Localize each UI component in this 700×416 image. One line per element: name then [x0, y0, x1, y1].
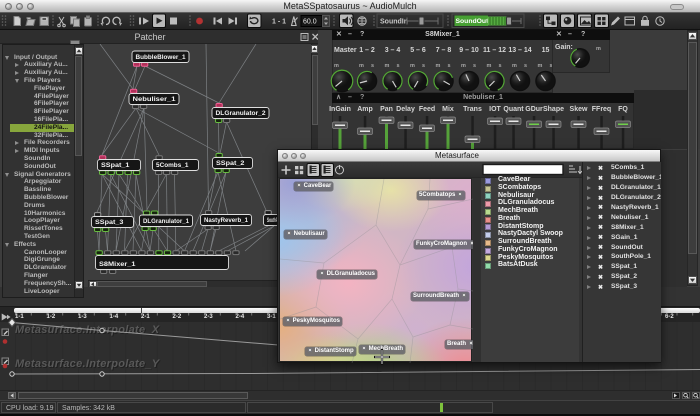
svg-text:SSpat_2: SSpat_2	[216, 160, 245, 167]
svg-text:SSpat_1: SSpat_1	[101, 162, 130, 169]
svg-text:NastyReverb_1: NastyReverb_1	[204, 217, 248, 224]
svg-text:60.0: 60.0	[303, 19, 317, 26]
svg-text:BubbleBlower_1: BubbleBlower_1	[136, 54, 186, 61]
svg-text:DLGranulator_1: DLGranulator_1	[143, 218, 189, 225]
svg-text:DLGranulator_2: DLGranulator_2	[216, 110, 266, 117]
svg-text:1 - 1: 1 - 1	[272, 19, 286, 26]
svg-text:Nebuliser_1: Nebuliser_1	[133, 96, 176, 103]
svg-text:SSpat_3: SSpat_3	[95, 219, 124, 226]
svg-text:5Combs_1: 5Combs_1	[156, 162, 189, 169]
svg-text:SoundIn: SoundIn	[380, 19, 408, 26]
svg-text:S8Mixer_1: S8Mixer_1	[99, 261, 136, 268]
svg-text:SoundOut: SoundOut	[456, 18, 490, 25]
